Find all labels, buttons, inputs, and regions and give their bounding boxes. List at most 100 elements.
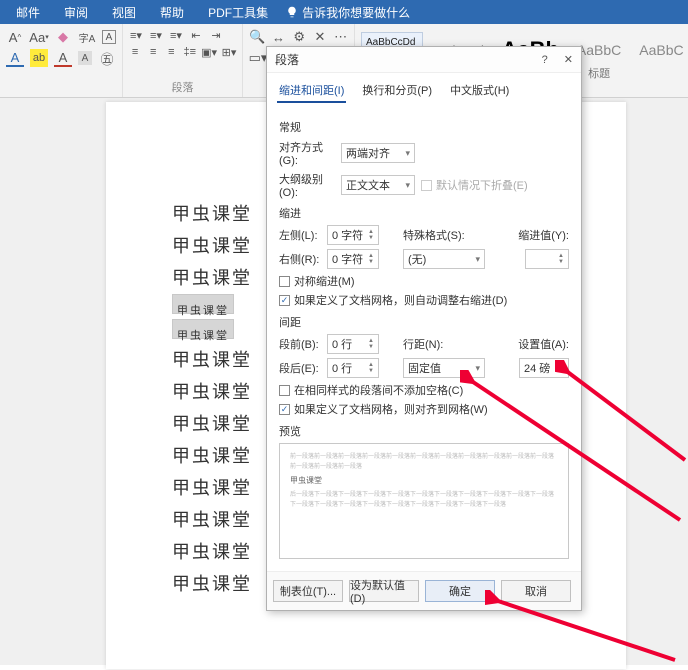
replace-icon[interactable]: ↔ [271,28,286,46]
find-icon[interactable]: 🔍 [249,28,265,46]
doc-line[interactable]: 甲虫课堂 [172,294,234,314]
alignment-select[interactable]: 两端对齐▾ [341,143,415,163]
chevron-down-icon: ▾ [475,363,480,374]
tell-me-label: 告诉我你想要做什么 [302,4,410,21]
nospace-checkbox[interactable]: 在相同样式的段落间不添加空格(C) [279,382,569,398]
nospace-label: 在相同样式的段落间不添加空格(C) [294,382,463,398]
shading-icon[interactable]: ▣▾ [202,45,216,59]
right-indent-value: 0 字符 [332,251,363,267]
set-default-button[interactable]: 设为默认值(D) [349,580,419,602]
right-indent-label: 右侧(R): [279,251,321,267]
indent-by-spinner[interactable]: ▲▼ [525,249,569,269]
indent-right-icon[interactable]: ⇥ [209,28,223,42]
cancel-button[interactable]: 取消 [501,580,571,602]
font-color-icon[interactable]: A [6,49,24,67]
left-indent-value: 0 字符 [332,227,363,243]
special-select[interactable]: (无) ▾ [403,249,485,269]
enclose-icon[interactable]: ㊄ [98,49,116,67]
doc-line[interactable]: 甲虫课堂 [172,204,252,224]
dialog-buttons: 制表位(T)... 设为默认值(D) 确定 取消 [267,571,581,610]
alignment-value: 两端对齐 [346,145,390,161]
doc-line[interactable]: 甲虫课堂 [172,510,252,530]
align-left-icon[interactable]: ≡ [129,45,141,59]
mirror-indent-checkbox[interactable]: 对称缩进(M) [279,273,569,289]
chevron-down-icon: ▾ [405,180,410,191]
before-label: 段前(B): [279,336,321,352]
font-size-up-icon[interactable]: A^ [6,28,24,46]
settings-icon[interactable]: ⚙ [292,28,307,46]
collapse-label: 默认情况下折叠(E) [436,177,528,193]
special-value: (无) [408,251,426,267]
multilevel-icon[interactable]: ≡▾ [169,28,183,42]
linespace-select[interactable]: 固定值 ▾ [403,358,485,378]
bullet-icon[interactable]: ≡▾ [129,28,143,42]
menu-view[interactable]: 视图 [100,4,148,21]
help-button[interactable]: ? [542,54,548,66]
left-indent-label: 左侧(L): [279,227,321,243]
object-icon[interactable]: ▭▾ [249,49,267,67]
group-label-paragraph: 段落 [123,79,242,95]
tell-me[interactable]: 告诉我你想要做什么 [280,4,410,21]
lightbulb-icon [286,6,298,18]
dialog-titlebar[interactable]: 段落 ? ✕ [267,47,581,73]
outline-value: 正文文本 [346,177,390,193]
doc-line[interactable]: 甲虫课堂 [172,574,252,594]
before-spinner[interactable]: 0 行▲▼ [327,334,379,354]
clear-format-icon[interactable]: ◆ [54,28,72,46]
after-spinner[interactable]: 0 行▲▼ [327,358,379,378]
menu-help[interactable]: 帮助 [148,4,196,21]
tabs-button[interactable]: 制表位(T)... [273,580,343,602]
underline-color-icon[interactable]: A [54,49,72,67]
char-shading-icon[interactable]: A [78,51,92,65]
doc-line[interactable]: 甲虫课堂 [172,542,252,562]
doc-line[interactable]: 甲虫课堂 [172,478,252,498]
menu-mail[interactable]: 邮件 [4,4,52,21]
more-icon[interactable]: ⋯ [333,28,348,46]
doc-line[interactable]: 甲虫课堂 [172,319,234,339]
indent-by-label: 缩进值(Y): [518,227,569,243]
tools-icon[interactable]: ✕ [313,28,328,46]
doc-line[interactable]: 甲虫课堂 [172,382,252,402]
left-indent-spinner[interactable]: 0 字符▲▼ [327,225,379,245]
linespace-value: 固定值 [408,360,441,376]
ok-button[interactable]: 确定 [425,580,495,602]
tab-line-page-breaks[interactable]: 换行和分页(P) [360,79,434,103]
change-case-icon[interactable]: Aa▾ [30,28,48,46]
at-spinner[interactable]: 24 磅▲▼ [519,358,569,378]
number-icon[interactable]: ≡▾ [149,28,163,42]
after-value: 0 行 [332,360,352,376]
doc-line[interactable]: 甲虫课堂 [172,350,252,370]
dialog-tabs: 缩进和间距(I) 换行和分页(P) 中文版式(H) [267,73,581,109]
indent-left-icon[interactable]: ⇤ [189,28,203,42]
doc-line[interactable]: 甲虫课堂 [172,268,252,288]
chevron-down-icon: ▾ [475,254,480,265]
line-spacing-icon[interactable]: ‡≡ [183,45,196,59]
style-preview: AaBbC [577,37,621,63]
phonetic-icon[interactable]: 字A [78,28,96,46]
grid-indent-checkbox[interactable]: ✓如果定义了文档网格，则自动调整右缩进(D) [279,292,569,308]
tab-asian-typography[interactable]: 中文版式(H) [448,79,511,103]
preview-sample-text: 甲虫课堂 [290,476,558,486]
special-label: 特殊格式(S): [403,227,465,243]
menu-review[interactable]: 审阅 [52,4,100,21]
align-right-icon[interactable]: ≡ [165,45,177,59]
at-value: 24 磅 [524,360,550,376]
doc-line[interactable]: 甲虫课堂 [172,446,252,466]
outline-select[interactable]: 正文文本 ▾ [341,175,415,195]
doc-line[interactable]: 甲虫课堂 [172,414,252,434]
style-heading2[interactable]: AaBbC [632,32,688,66]
align-center-icon[interactable]: ≡ [147,45,159,59]
close-button[interactable]: ✕ [564,53,573,66]
linespace-label: 行距(N): [403,336,443,352]
menu-pdf[interactable]: PDF工具集 [196,4,280,21]
tab-indent-spacing[interactable]: 缩进和间距(I) [277,79,346,103]
border-char-icon[interactable]: A [102,30,116,44]
dialog-title: 段落 [275,51,299,68]
style-preview: AaBbC [639,37,683,63]
right-indent-spinner[interactable]: 0 字符▲▼ [327,249,379,269]
highlight-icon[interactable]: ab [30,49,48,67]
menu-bar: 邮件 审阅 视图 帮助 PDF工具集 告诉我你想要做什么 [0,0,688,24]
grid-snap-checkbox[interactable]: ✓如果定义了文档网格，则对齐到网格(W) [279,401,569,417]
doc-line[interactable]: 甲虫课堂 [172,236,252,256]
borders-icon[interactable]: ⊞▾ [222,45,236,59]
